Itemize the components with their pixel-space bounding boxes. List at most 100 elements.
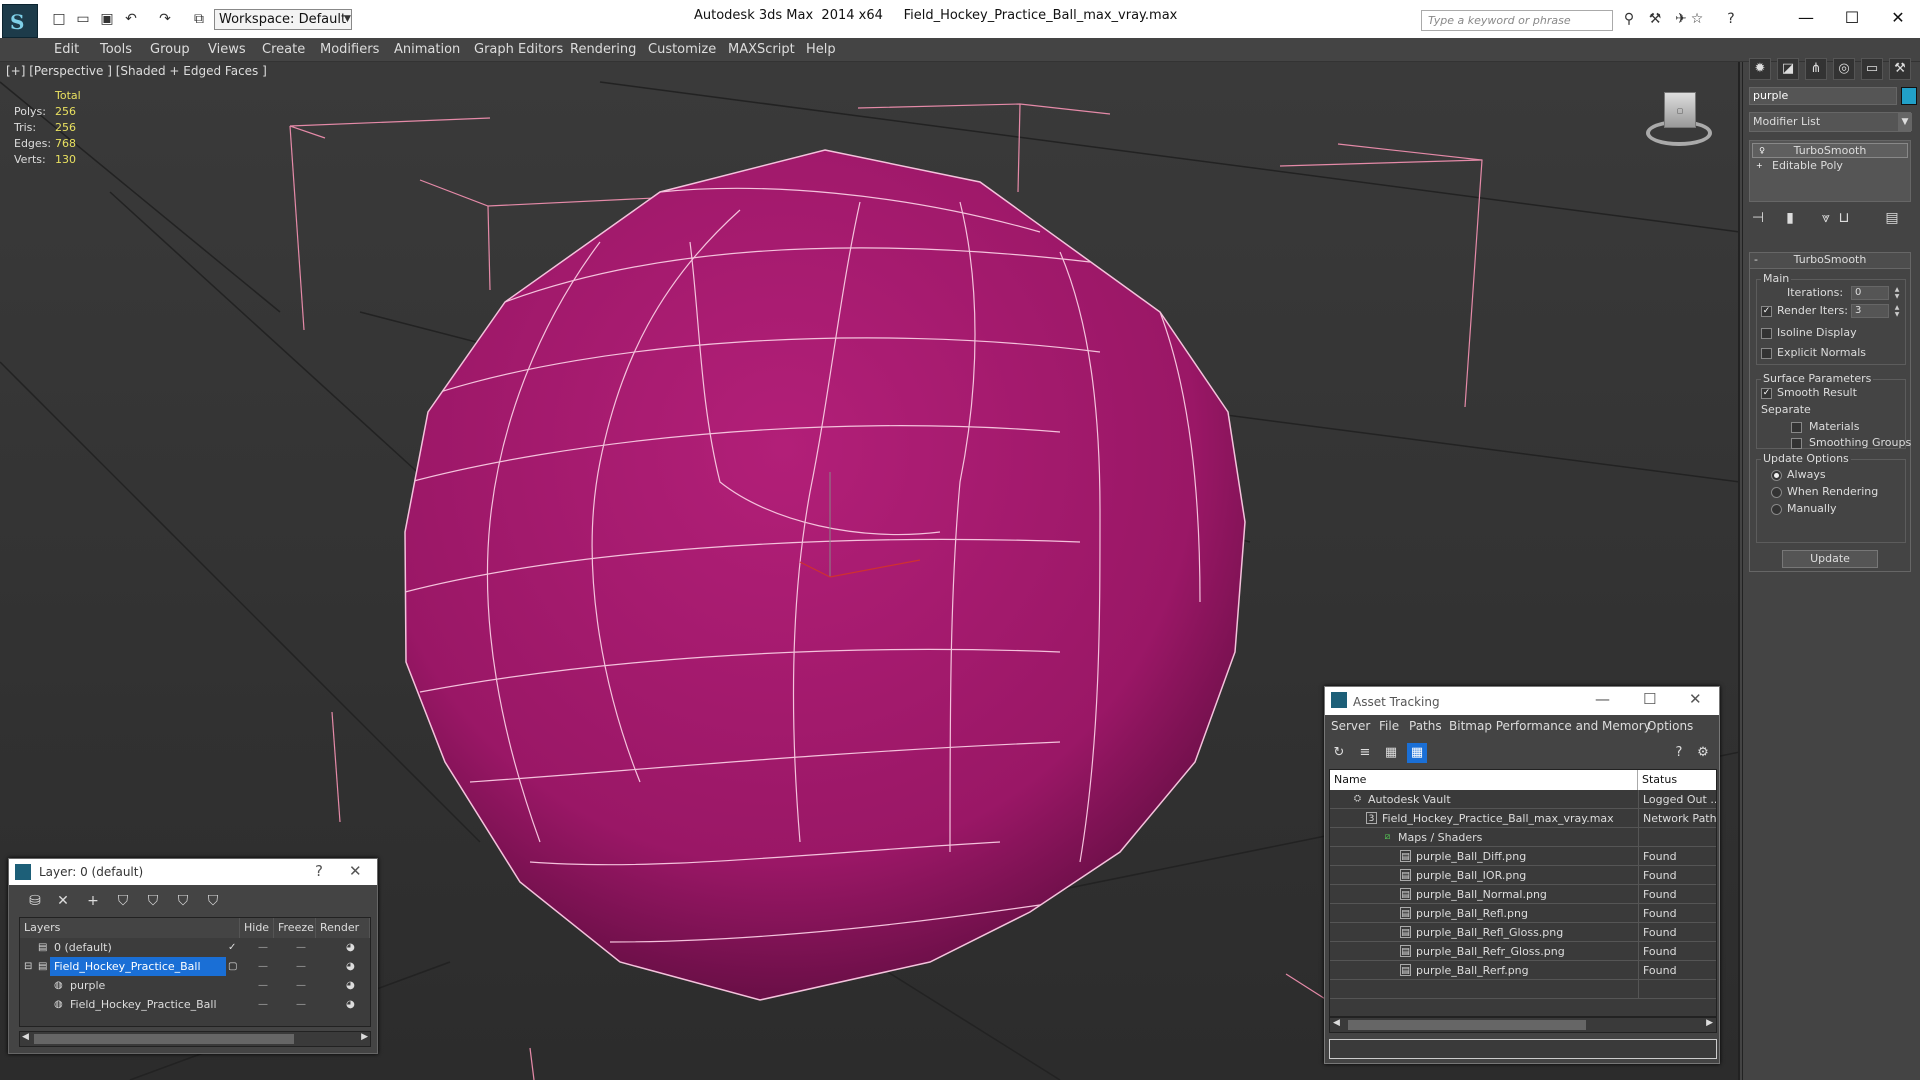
viewcube[interactable]: ▢ [1640, 88, 1716, 156]
show-end-result-icon[interactable]: ▮ [1779, 207, 1801, 229]
open-folder-icon[interactable]: ▭ [74, 10, 92, 28]
undo-icon[interactable]: ↶ [122, 10, 140, 28]
lightbulb-icon[interactable]: ♀ [1757, 146, 1767, 156]
help-icon[interactable]: ? [1669, 743, 1689, 763]
manually-radio[interactable] [1771, 504, 1782, 515]
expand-plus-icon[interactable]: + [1756, 161, 1766, 171]
asset-row[interactable]: ⧄ Maps / Shaders [1330, 828, 1716, 847]
always-radio[interactable] [1771, 470, 1782, 481]
set-active-box-icon[interactable]: ▢ [228, 957, 237, 976]
table-view-icon[interactable]: ▦ [1407, 743, 1427, 763]
scroll-right-icon[interactable]: ▶ [361, 1032, 368, 1042]
hide-toggle[interactable]: — [258, 957, 268, 976]
help-icon[interactable]: ? [1722, 10, 1740, 28]
hide-toggle[interactable]: — [258, 938, 268, 957]
layer-dialog-titlebar[interactable]: Layer: 0 (default) ? ✕ [9, 859, 377, 885]
collapse-minus-icon[interactable]: - [1754, 253, 1758, 266]
modify-tab-icon[interactable]: ◪ [1777, 58, 1799, 80]
pin-stack-icon[interactable]: ⊣ [1747, 207, 1769, 229]
asset-menu-server[interactable]: Server [1331, 719, 1370, 733]
thumbnail-view-icon[interactable]: ▦ [1381, 743, 1401, 763]
hide-toggle[interactable]: — [258, 995, 268, 1014]
hide-toggle[interactable]: — [258, 976, 268, 995]
smoothing-groups-checkbox[interactable] [1791, 438, 1802, 449]
explicit-normals-checkbox[interactable] [1761, 348, 1772, 359]
asset-menu-file[interactable]: File [1379, 719, 1399, 733]
menu-rendering[interactable]: Rendering [570, 42, 636, 57]
materials-checkbox[interactable] [1791, 422, 1802, 433]
iterations-spinner[interactable]: 0 [1851, 286, 1889, 300]
asset-row[interactable]: ▤ purple_Ball_IOR.png Found [1330, 866, 1716, 885]
menu-create[interactable]: Create [262, 42, 305, 57]
highlight-layer-icon[interactable]: ⛉ [143, 891, 163, 911]
object-color-swatch[interactable] [1901, 87, 1917, 105]
scroll-left-icon[interactable]: ◀ [1333, 1018, 1340, 1028]
layer-row[interactable]: ◍ purple — — ◕ [20, 976, 370, 995]
new-layer-icon[interactable]: ⛁ [25, 891, 45, 911]
freeze-toggle[interactable]: — [296, 976, 306, 995]
render-teapot-icon[interactable]: ◕ [346, 938, 355, 957]
asset-row[interactable]: ▤ purple_Ball_Normal.png Found [1330, 885, 1716, 904]
workspace-dropdown[interactable]: Workspace: Default [214, 9, 352, 30]
asset-row[interactable]: ⛭ Autodesk Vault Logged Out ... [1330, 790, 1716, 809]
when-rendering-radio[interactable] [1771, 487, 1782, 498]
asset-row[interactable]: 3 Field_Hockey_Practice_Ball_max_vray.ma… [1330, 809, 1716, 828]
freeze-toggle[interactable]: — [296, 995, 306, 1014]
col-freeze[interactable]: Freeze [274, 918, 316, 938]
hide-all-icon[interactable]: ⛉ [173, 891, 193, 911]
layer-row[interactable]: ▤ 0 (default) ✓ — — ◕ [20, 938, 370, 957]
menu-customize[interactable]: Customize [648, 42, 716, 57]
menu-help[interactable]: Help [806, 42, 836, 57]
search-input[interactable]: Type a keyword or phrase [1421, 10, 1613, 31]
object-name-field[interactable]: purple [1749, 87, 1897, 105]
asset-menu-paths[interactable]: Paths [1409, 719, 1442, 733]
configure-sets-icon[interactable]: ▤ [1881, 207, 1903, 229]
render-iters-checkbox[interactable]: ✓ [1761, 306, 1772, 317]
menu-graph-editors[interactable]: Graph Editors [474, 42, 563, 57]
refresh-icon[interactable]: ↻ [1329, 743, 1349, 763]
binoculars-icon[interactable]: ⚲ [1620, 10, 1638, 28]
rollout-header[interactable]: - TurboSmooth [1750, 253, 1910, 269]
update-button[interactable]: Update [1782, 550, 1878, 568]
redo-icon[interactable]: ↷ [156, 10, 174, 28]
new-file-icon[interactable]: □ [50, 10, 68, 28]
add-to-layer-icon[interactable]: + [83, 891, 103, 911]
col-layers[interactable]: Layers [20, 918, 240, 938]
freeze-all-icon[interactable]: ⛉ [203, 891, 223, 911]
select-objects-icon[interactable]: ⛉ [113, 891, 133, 911]
asset-row[interactable]: ▤ purple_Ball_Refl_Gloss.png Found [1330, 923, 1716, 942]
scroll-left-icon[interactable]: ◀ [22, 1032, 29, 1042]
render-teapot-icon[interactable]: ◕ [346, 957, 355, 976]
hierarchy-tab-icon[interactable]: ⋔ [1805, 58, 1827, 80]
minimize-button[interactable]: — [1595, 690, 1610, 708]
col-render[interactable]: Render [316, 918, 370, 938]
col-hide[interactable]: Hide [240, 918, 274, 938]
menu-edit[interactable]: Edit [54, 42, 79, 57]
scroll-right-icon[interactable]: ▶ [1706, 1018, 1713, 1028]
motion-tab-icon[interactable]: ◎ [1833, 58, 1855, 80]
active-layer-check-icon[interactable]: ✓ [228, 938, 236, 957]
render-teapot-icon[interactable]: ◕ [346, 976, 355, 995]
close-button[interactable]: ✕ [1878, 4, 1918, 32]
subscription-icon[interactable]: ⚒ [1646, 10, 1664, 28]
remove-modifier-icon[interactable]: ⊔ [1833, 207, 1855, 229]
col-status[interactable]: Status [1638, 770, 1716, 790]
spinner-arrows-icon[interactable]: ▲ ▼ [1893, 304, 1901, 318]
asset-row[interactable]: ▤ purple_Ball_Rerf.png Found [1330, 961, 1716, 980]
menu-group[interactable]: Group [150, 42, 190, 57]
chevron-down-icon[interactable]: ▼ [344, 9, 356, 30]
list-view-icon[interactable]: ≡ [1355, 743, 1375, 763]
col-name[interactable]: Name [1330, 770, 1638, 790]
maximize-button[interactable]: ☐ [1832, 4, 1872, 32]
isoline-display-checkbox[interactable] [1761, 328, 1772, 339]
scrollbar-thumb[interactable] [34, 1034, 294, 1044]
menu-views[interactable]: Views [208, 42, 246, 57]
freeze-toggle[interactable]: — [296, 938, 306, 957]
menu-tools[interactable]: Tools [100, 42, 132, 57]
layer-row[interactable]: ⊟ ▤ Field_Hockey_Practice_Ball ▢ — — ◕ [20, 957, 370, 976]
layer-row[interactable]: ◍ Field_Hockey_Practice_Ball — — ◕ [20, 995, 370, 1014]
display-tab-icon[interactable]: ▭ [1861, 58, 1883, 80]
viewcube-cube-icon[interactable]: ▢ [1664, 92, 1696, 128]
minimize-button[interactable]: — [1786, 4, 1826, 32]
close-icon[interactable]: ✕ [349, 862, 362, 880]
